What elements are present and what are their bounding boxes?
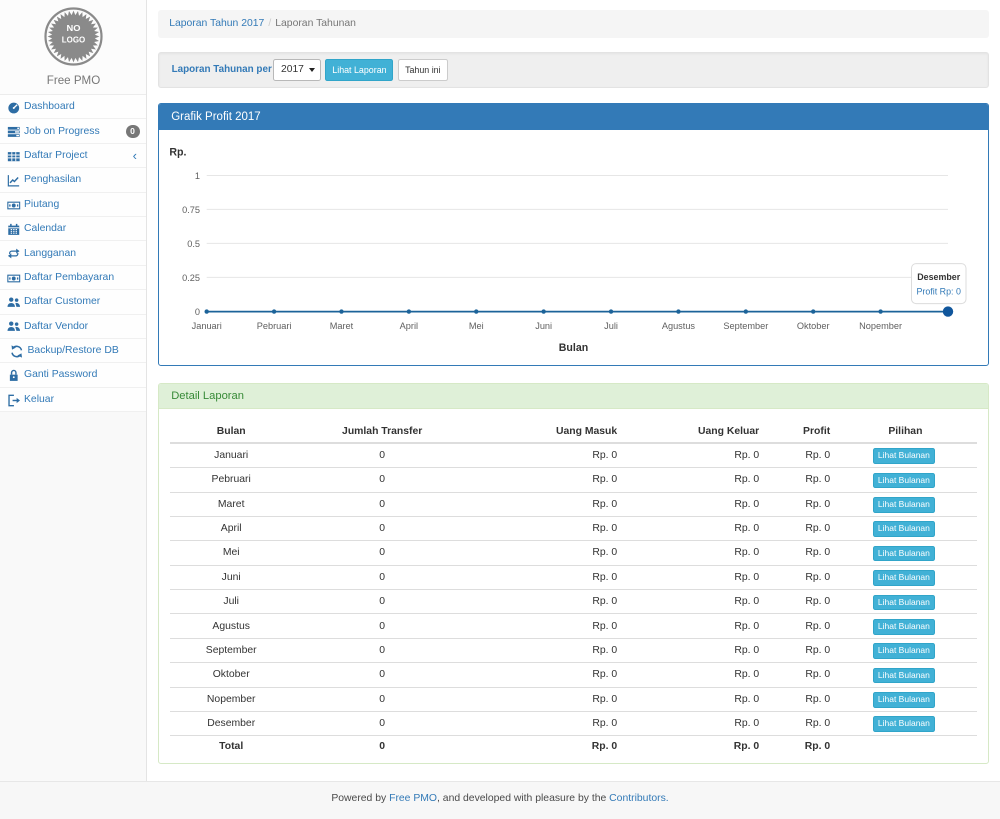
svg-text:0.5: 0.5 (187, 239, 200, 249)
svg-text:0: 0 (195, 307, 200, 317)
svg-text:0.25: 0.25 (182, 273, 200, 283)
svg-text:Free PMO: Free PMO (47, 74, 100, 87)
svg-text:Agustus: Agustus (662, 321, 696, 331)
svg-text:Desember: Desember (917, 272, 960, 282)
svg-text:0.75: 0.75 (182, 205, 200, 215)
svg-text:NO: NO (67, 23, 82, 33)
svg-text:Mei: Mei (469, 321, 484, 331)
svg-text:September: September (724, 321, 769, 331)
svg-text:LOGO: LOGO (62, 35, 86, 45)
svg-text:Profit Rp: 0: Profit Rp: 0 (917, 286, 961, 296)
svg-text:Juli: Juli (604, 321, 618, 331)
svg-text:Januari: Januari (192, 321, 222, 331)
svg-text:Oktober: Oktober (797, 321, 830, 331)
svg-text:Nopember: Nopember (859, 321, 902, 331)
svg-text:Pebruari: Pebruari (257, 321, 292, 331)
svg-text:Maret: Maret (330, 321, 354, 331)
svg-text:April: April (400, 321, 418, 331)
svg-text:Bulan: Bulan (559, 342, 588, 354)
svg-text:Rp.: Rp. (170, 147, 187, 159)
svg-text:1: 1 (195, 171, 200, 181)
svg-text:Juni: Juni (535, 321, 552, 331)
